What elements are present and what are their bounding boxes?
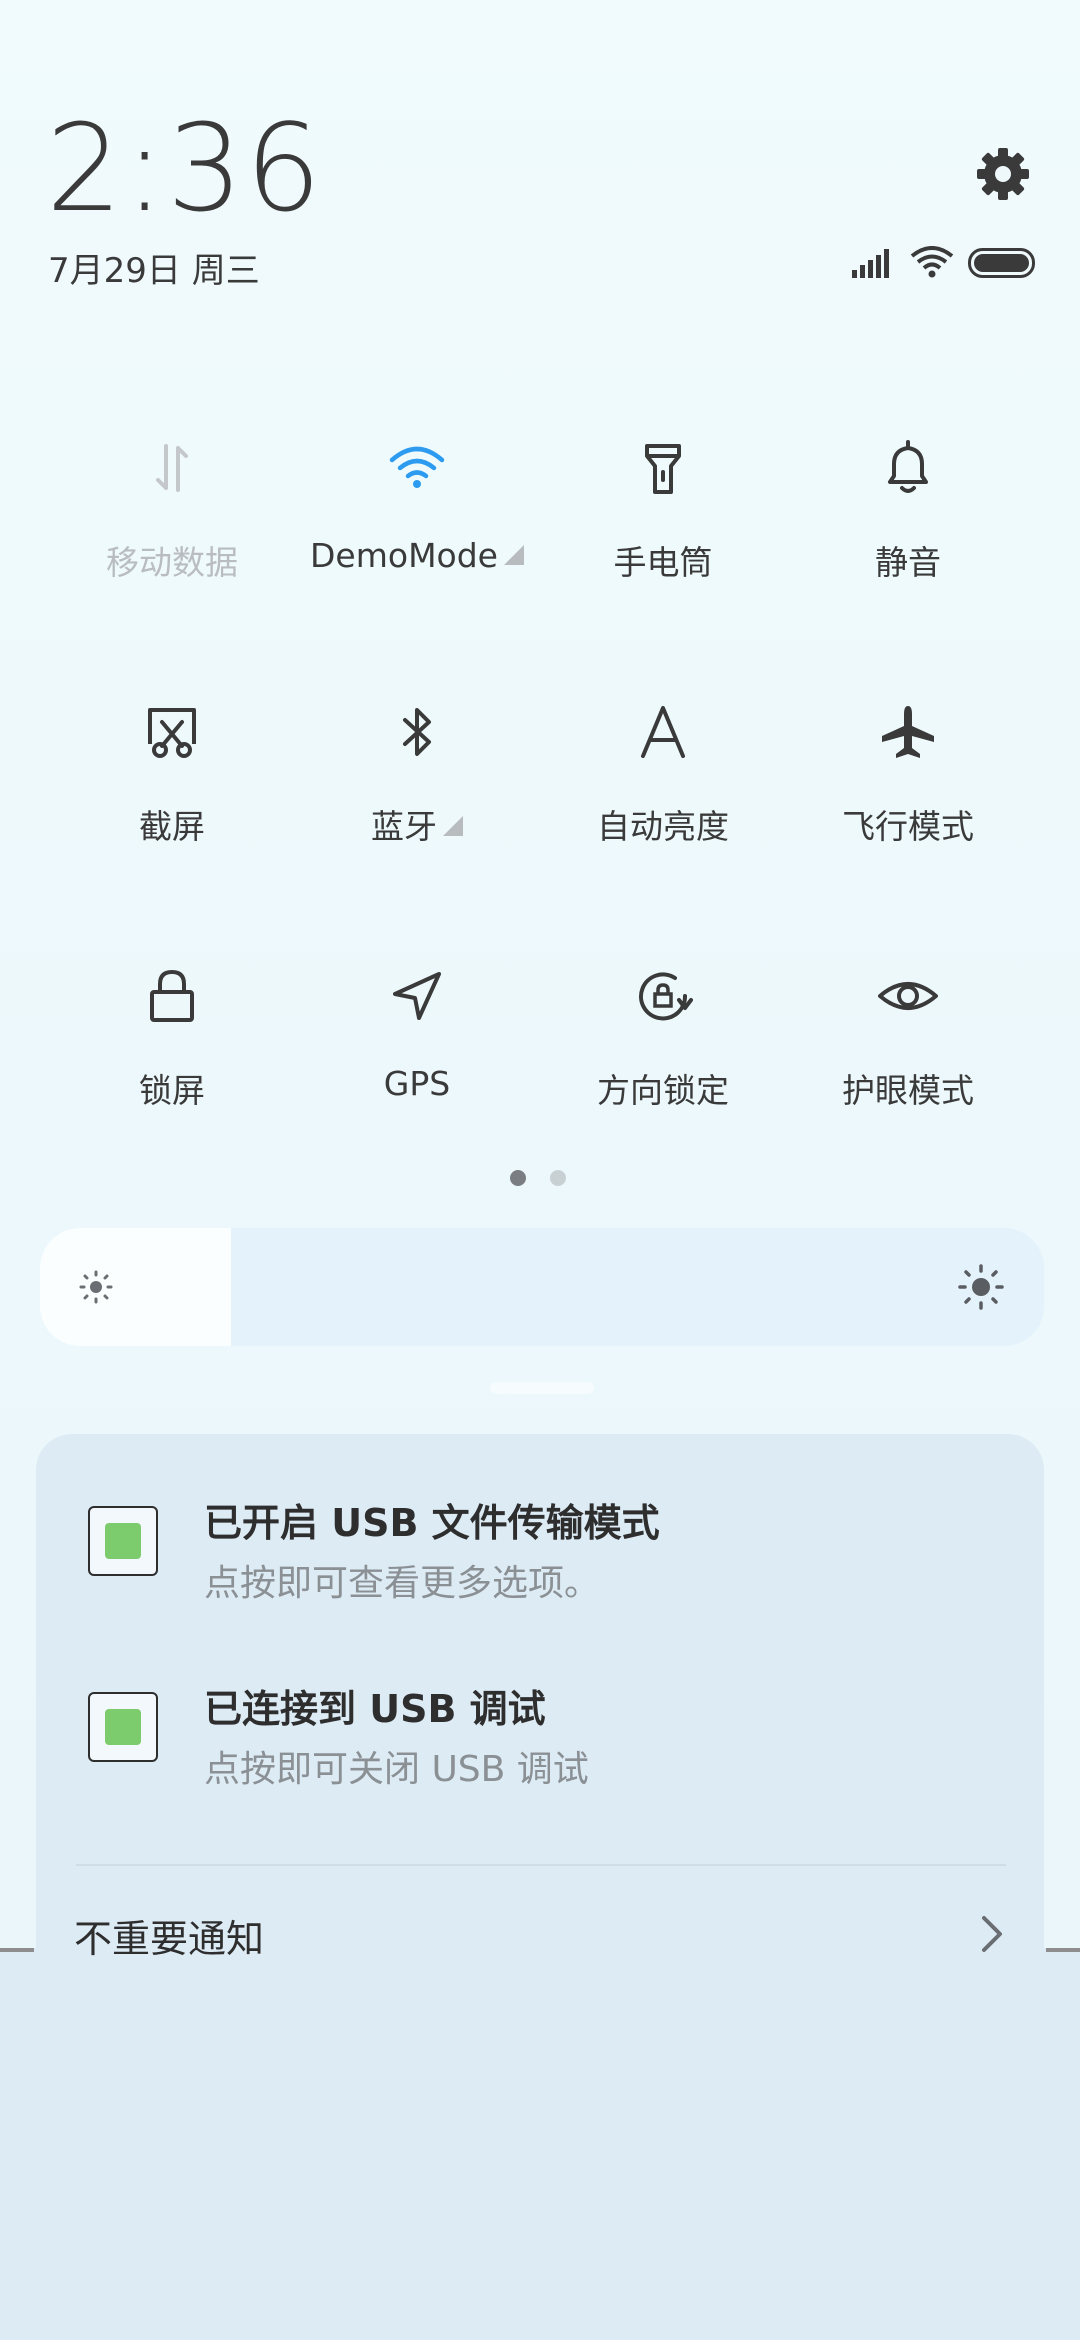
page-dot-active: [510, 1170, 526, 1186]
tile-label: 静音: [875, 543, 941, 582]
tile-rotation-lock[interactable]: 方向锁定: [548, 946, 778, 1146]
tile-flashlight[interactable]: 手电筒: [548, 418, 778, 618]
wifi-status-icon: [910, 246, 954, 278]
notification-title: 已开启 USB 文件传输模式: [204, 1501, 660, 1545]
tile-gps[interactable]: GPS: [302, 946, 532, 1146]
tile-screenshot[interactable]: 截屏: [57, 682, 287, 882]
clock-date[interactable]: 7月29日 周三: [48, 243, 260, 292]
tile-eye-protection[interactable]: 护眼模式: [793, 946, 1023, 1146]
tile-label: 截屏: [139, 807, 205, 846]
notification-subtitle: 点按即可关闭 USB 调试: [204, 1749, 589, 1790]
rotation-lock-icon: [639, 972, 693, 1021]
tile-silent[interactable]: 静音: [793, 418, 1023, 618]
mobile-data-icon: [156, 444, 188, 492]
bluetooth-label: 蓝牙: [371, 807, 437, 846]
brightness-slider[interactable]: [40, 1228, 1044, 1346]
notification-usb-debugging[interactable]: 已连接到 USB 调试 点按即可关闭 USB 调试: [36, 1658, 1044, 1798]
bottom-area: [0, 1948, 1080, 2340]
tile-label: GPS: [383, 1064, 451, 1103]
tile-bluetooth[interactable]: 蓝牙: [302, 682, 532, 882]
expand-triangle-icon: [503, 545, 524, 565]
tile-label: 移动数据: [106, 543, 238, 582]
notification-title: 已连接到 USB 调试: [204, 1687, 546, 1731]
notification-card: 已开启 USB 文件传输模式 点按即可查看更多选项。 已连接到 USB 调试 点…: [36, 1434, 1044, 1964]
flashlight-icon: [645, 444, 681, 494]
settings-gear-icon[interactable]: [975, 146, 1031, 202]
wifi-network-name: DemoMode: [310, 536, 498, 575]
right-edge-line: [1046, 1948, 1080, 1952]
drag-handle[interactable]: [490, 1382, 594, 1394]
clock-time[interactable]: 2:36: [46, 100, 323, 239]
tile-label: 方向锁定: [597, 1071, 729, 1110]
brightness-low-icon: [79, 1270, 113, 1304]
wifi-icon: [389, 446, 445, 488]
tile-wifi[interactable]: DemoMode: [302, 418, 532, 618]
notification-usb-transfer[interactable]: 已开启 USB 文件传输模式 点按即可查看更多选项。: [36, 1472, 1044, 1612]
tile-mobile-data[interactable]: 移动数据: [57, 418, 287, 618]
tile-label: 飞行模式: [842, 807, 974, 846]
tile-label: 蓝牙: [302, 800, 532, 848]
page-dot: [550, 1170, 566, 1186]
divider: [76, 1864, 1006, 1866]
bell-icon: [888, 440, 928, 493]
android-debug-icon: [88, 1506, 158, 1576]
status-bar-icons: [852, 242, 1038, 282]
tile-lock-screen[interactable]: 锁屏: [57, 946, 287, 1146]
unimportant-notifications-link[interactable]: 不重要通知: [74, 1908, 264, 1963]
notification-subtitle: 点按即可查看更多选项。: [204, 1563, 601, 1604]
brightness-high-icon: [958, 1264, 1004, 1310]
tile-label: 手电筒: [613, 543, 713, 582]
lock-icon: [150, 969, 194, 1022]
android-debug-icon: [88, 1692, 158, 1762]
tile-airplane[interactable]: 飞行模式: [793, 682, 1023, 882]
airplane-icon: [882, 706, 934, 758]
expand-triangle-icon: [443, 816, 463, 836]
left-edge-line: [0, 1948, 34, 1952]
screenshot-icon: [148, 708, 196, 758]
tile-label: 护眼模式: [842, 1071, 974, 1110]
bluetooth-icon: [403, 708, 431, 756]
tile-label: DemoMode: [302, 536, 532, 575]
location-arrow-icon: [393, 972, 441, 1020]
signal-icon: [852, 249, 889, 278]
tile-label: 自动亮度: [597, 807, 729, 846]
tile-label: 锁屏: [139, 1071, 205, 1110]
eye-icon: [878, 982, 938, 1010]
tile-auto-brightness[interactable]: 自动亮度: [548, 682, 778, 882]
battery-icon: [968, 248, 1035, 278]
auto-brightness-icon: [641, 706, 685, 758]
brightness-fill: [40, 1228, 231, 1346]
chevron-right-icon[interactable]: [976, 1912, 1006, 1956]
